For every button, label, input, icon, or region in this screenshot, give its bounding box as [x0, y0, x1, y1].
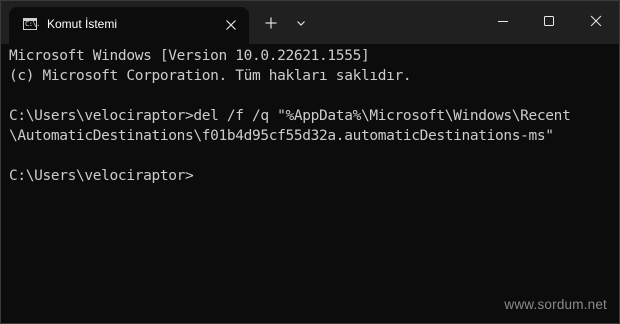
prompt-line[interactable]: C:\Users\velociraptor> [9, 166, 194, 186]
minimize-button[interactable] [480, 1, 526, 41]
chevron-down-icon [297, 21, 305, 26]
title-bar[interactable]: C:\. Komut İstemi [1, 1, 619, 44]
cmd-terminal-icon: C:\. [23, 18, 40, 30]
close-icon [226, 20, 236, 30]
tab-dropdown-button[interactable] [288, 10, 314, 36]
plus-icon [265, 17, 277, 29]
close-window-button[interactable] [573, 1, 619, 41]
console-line: Microsoft Windows [Version 10.0.22621.15… [9, 48, 370, 64]
tab-komut-istemi[interactable]: C:\. Komut İstemi [9, 7, 249, 44]
terminal-window: C:\. Komut İstemi Microsoft Windows [Ver… [0, 0, 620, 324]
console-line: (c) Microsoft Corporation. Tüm hakları s… [9, 68, 412, 84]
tab-close-button[interactable] [220, 14, 242, 36]
command-line-continuation: \AutomaticDestinations\f01b4d95cf55d32a.… [9, 128, 554, 144]
console-output[interactable]: Microsoft Windows [Version 10.0.22621.15… [1, 44, 619, 323]
close-icon [590, 15, 602, 27]
command-line: C:\Users\velociraptor>del /f /q "%AppDat… [9, 108, 571, 124]
cmd-icon-glyph: C:\. [25, 20, 40, 28]
tab-title: Komut İstemi [47, 17, 118, 31]
watermark: www.sordum.net [504, 297, 607, 312]
maximize-icon [544, 16, 554, 26]
minimize-icon [498, 21, 508, 22]
new-tab-button[interactable] [258, 10, 284, 36]
maximize-button[interactable] [526, 1, 572, 41]
